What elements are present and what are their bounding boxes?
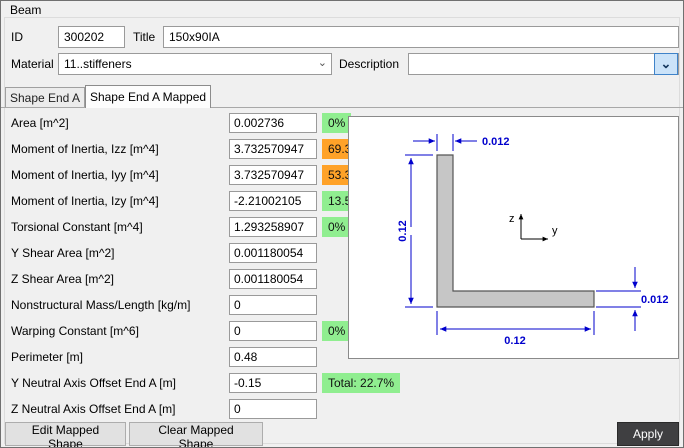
property-input[interactable] [229, 217, 317, 237]
property-input[interactable] [229, 113, 317, 133]
cross-section-diagram: 0.012 0.12 0.12 [349, 117, 678, 358]
property-badge: Total: 22.7% [322, 373, 400, 393]
axis-z-label: z [509, 213, 515, 225]
property-input[interactable] [229, 347, 317, 367]
material-label: Material [11, 53, 54, 75]
property-badge: 0% [322, 113, 351, 133]
property-input[interactable] [229, 295, 317, 315]
property-input[interactable] [229, 243, 317, 263]
chevron-down-icon: ⌄ [318, 54, 327, 74]
group-title: Beam [8, 3, 43, 17]
id-field[interactable] [58, 26, 125, 48]
edit-mapped-shape-button[interactable]: Edit Mapped Shape [5, 422, 126, 446]
property-label: Area [m^2] [11, 110, 69, 136]
property-input[interactable] [229, 139, 317, 159]
description-dropdown-button[interactable]: ⌄ [654, 53, 678, 75]
id-label: ID [11, 26, 23, 48]
material-combobox[interactable]: 11..stiffeners ⌄ [58, 53, 332, 75]
property-label: Moment of Inertia, Iyy [m^4] [11, 162, 159, 188]
property-input[interactable] [229, 373, 317, 393]
title-field[interactable] [163, 26, 679, 48]
property-row: Y Neutral Axis Offset End A [m] Total: 2… [1, 370, 684, 396]
property-label: Y Shear Area [m^2] [11, 240, 114, 266]
cross-section-panel: 0.012 0.12 0.12 [348, 116, 679, 359]
clear-mapped-shape-button[interactable]: Clear Mapped Shape [129, 422, 263, 446]
axes-icon [521, 214, 548, 239]
dim-width [437, 311, 594, 335]
dim-height-label: 0.12 [397, 220, 409, 241]
property-label: Nonstructural Mass/Length [kg/m] [11, 292, 190, 318]
axis-y-label: y [552, 225, 558, 237]
dim-top-thickness [413, 134, 477, 151]
property-label: Warping Constant [m^6] [11, 318, 139, 344]
property-label: Torsional Constant [m^4] [11, 214, 143, 240]
property-label: Z Neutral Axis Offset End A [m] [11, 396, 176, 422]
property-input[interactable] [229, 191, 317, 211]
property-label: Y Neutral Axis Offset End A [m] [11, 370, 176, 396]
tab-shape-end-a-mapped[interactable]: Shape End A Mapped [85, 85, 211, 108]
tab-shape-end-a[interactable]: Shape End A [5, 87, 85, 108]
property-label: Moment of Inertia, Izy [m^4] [11, 188, 159, 214]
dim-bottom-thickness [596, 267, 641, 331]
property-badge: 0% [322, 321, 351, 341]
angle-section-shape [437, 155, 594, 307]
property-label: Perimeter [m] [11, 344, 83, 370]
description-label: Description [339, 53, 399, 75]
dim-height [405, 155, 433, 307]
property-row: Z Neutral Axis Offset End A [m] [1, 396, 684, 422]
title-label: Title [133, 26, 155, 48]
property-label: Z Shear Area [m^2] [11, 266, 114, 292]
dim-bottom-thickness-label: 0.012 [641, 294, 669, 306]
property-input[interactable] [229, 269, 317, 289]
property-label: Moment of Inertia, Izz [m^4] [11, 136, 159, 162]
dim-top-thickness-label: 0.012 [482, 136, 510, 148]
property-input[interactable] [229, 321, 317, 341]
apply-button[interactable]: Apply [617, 422, 679, 446]
property-badge: 0% [322, 217, 351, 237]
description-combobox[interactable]: ⌄ [408, 53, 679, 75]
chevron-down-icon: ⌄ [661, 56, 672, 71]
dim-width-label: 0.12 [504, 335, 525, 347]
property-input[interactable] [229, 399, 317, 419]
property-input[interactable] [229, 165, 317, 185]
beam-dialog: Beam ID Title Material 11..stiffeners ⌄ … [0, 0, 684, 448]
material-value: 11..stiffeners [64, 57, 132, 71]
